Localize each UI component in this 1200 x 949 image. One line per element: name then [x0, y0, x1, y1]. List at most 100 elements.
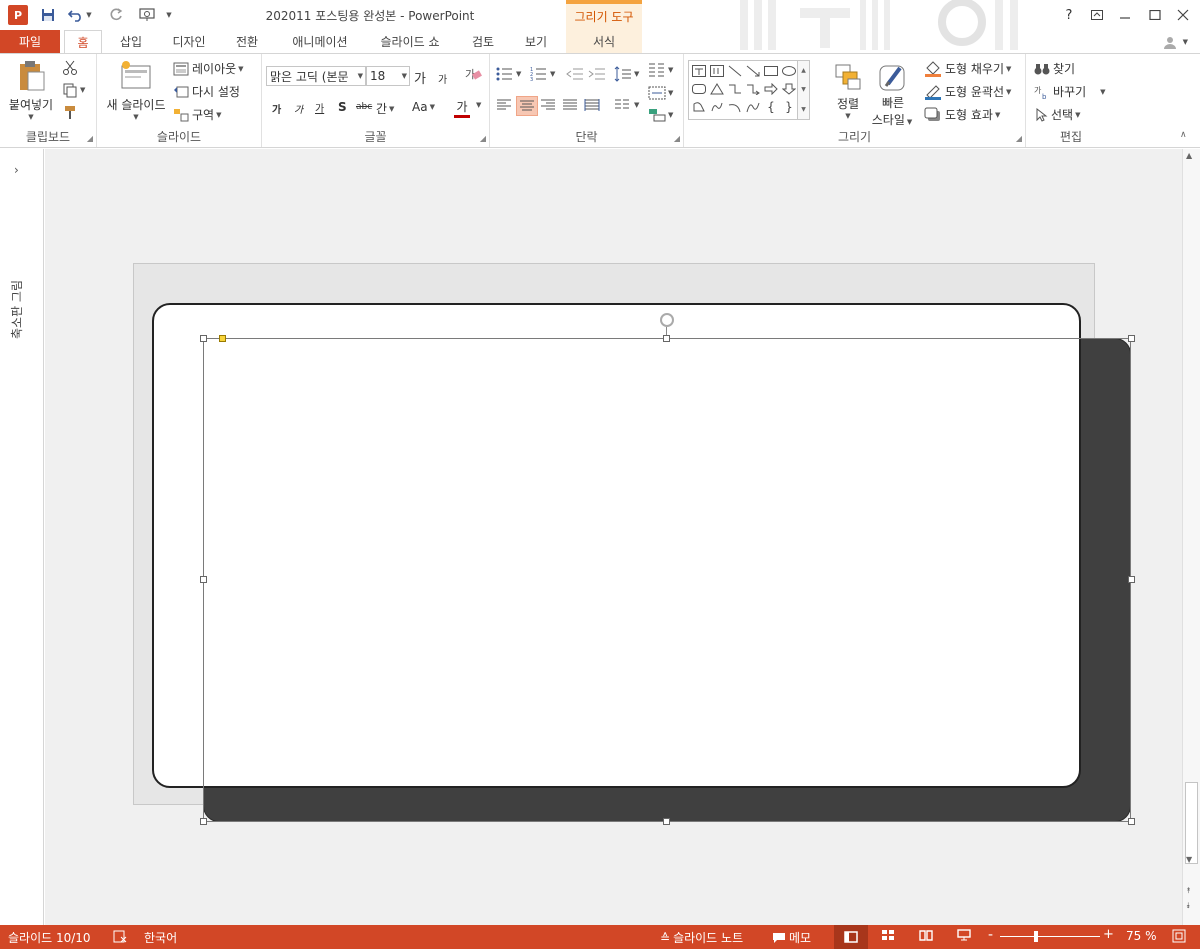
- tab-insert[interactable]: 삽입: [108, 30, 154, 53]
- shapes-gallery[interactable]: { } ▲ ▼ ▼: [688, 60, 810, 120]
- columns-button[interactable]: ▼: [648, 62, 675, 78]
- arrange-button[interactable]: 정렬 ▼: [830, 62, 866, 120]
- resize-handle-top-right[interactable]: [1128, 335, 1135, 342]
- normal-view-icon[interactable]: [834, 925, 868, 949]
- scroll-down-icon[interactable]: ▼: [1186, 855, 1192, 864]
- new-slide-button[interactable]: 새 슬라이드 ▼: [103, 60, 169, 121]
- select-button[interactable]: 선택 ▼: [1034, 106, 1082, 123]
- tab-home[interactable]: 홈: [64, 30, 102, 54]
- account-dropdown-icon[interactable]: ▼: [1181, 38, 1190, 46]
- resize-handle-right[interactable]: [1128, 576, 1135, 583]
- zoom-slider-thumb[interactable]: [1034, 931, 1038, 942]
- cut-icon[interactable]: [62, 60, 78, 76]
- tab-animations[interactable]: 애니메이션: [280, 30, 360, 53]
- strikethrough-button[interactable]: abc: [356, 102, 372, 112]
- drawing-launcher-icon[interactable]: ◢: [1016, 134, 1022, 143]
- character-spacing-button[interactable]: 간 ▼: [376, 100, 396, 117]
- line-spacing-button[interactable]: ▼: [614, 66, 641, 82]
- left-brace-shape-icon[interactable]: {: [762, 98, 780, 116]
- layout-button[interactable]: 레이아웃 ▼: [173, 60, 246, 77]
- elbow-arrow-connector-shape-icon[interactable]: [744, 80, 762, 98]
- language-indicator[interactable]: 한국어: [144, 929, 177, 946]
- font-color-button[interactable]: 가: [454, 98, 470, 118]
- scribble-shape-icon[interactable]: [708, 98, 726, 116]
- tab-transitions[interactable]: 전환: [224, 30, 270, 53]
- rectangle-shape-icon[interactable]: [762, 62, 780, 80]
- textbox-shape-icon[interactable]: [690, 62, 708, 80]
- tab-view[interactable]: 보기: [514, 30, 558, 53]
- resize-handle-bottom[interactable]: [663, 818, 670, 825]
- italic-button[interactable]: 가: [294, 101, 303, 116]
- expand-thumbnails-icon[interactable]: ›: [14, 163, 19, 177]
- align-right-icon[interactable]: [540, 98, 556, 112]
- find-button[interactable]: 찾기: [1034, 60, 1075, 77]
- tab-review[interactable]: 검토: [462, 30, 504, 53]
- section-button[interactable]: 구역 ▼: [173, 106, 223, 123]
- zoom-out-button[interactable]: -: [988, 927, 993, 943]
- maximize-icon[interactable]: [1140, 4, 1170, 26]
- text-direction-button[interactable]: ▼: [614, 98, 641, 112]
- resize-handle-bottom-right[interactable]: [1128, 818, 1135, 825]
- tab-design[interactable]: 디자인: [162, 30, 216, 53]
- slide-counter[interactable]: 슬라이드 10/10: [8, 929, 91, 946]
- minimize-icon[interactable]: [1110, 4, 1140, 26]
- right-arrow-shape-icon[interactable]: [762, 80, 780, 98]
- zoom-in-button[interactable]: +: [1103, 927, 1114, 942]
- underline-button[interactable]: 가: [315, 100, 324, 115]
- grow-font-button[interactable]: 가: [414, 68, 426, 87]
- zoom-slider-track[interactable]: [1000, 936, 1100, 937]
- clipboard-launcher-icon[interactable]: ◢: [87, 134, 93, 143]
- resize-handle-top[interactable]: [663, 335, 670, 342]
- resize-handle-top-left[interactable]: [200, 335, 207, 342]
- shrink-font-button[interactable]: 가: [438, 71, 447, 86]
- spelling-check-icon[interactable]: [113, 929, 127, 943]
- curve-shape-icon[interactable]: [744, 98, 762, 116]
- scroll-up-icon[interactable]: ▲: [1186, 151, 1192, 160]
- gallery-scroll-down-icon[interactable]: ▼: [801, 86, 806, 93]
- justify-icon[interactable]: [562, 98, 578, 112]
- tab-slideshow[interactable]: 슬라이드 쇼: [368, 30, 452, 53]
- vertical-scrollbar[interactable]: ▲ ▼ ⯭ ⯯: [1182, 149, 1200, 925]
- replace-button[interactable]: 가b 바꾸기 ▼: [1034, 83, 1108, 100]
- copy-icon[interactable]: ▼: [62, 82, 87, 98]
- right-brace-shape-icon[interactable]: }: [780, 98, 798, 116]
- shape-effects-button[interactable]: 도형 효과 ▼: [924, 106, 1002, 123]
- down-arrow-shape-icon[interactable]: [780, 80, 798, 98]
- slideshow-view-icon[interactable]: [957, 929, 971, 941]
- freeform-shape-icon[interactable]: [690, 98, 708, 116]
- triangle-shape-icon[interactable]: [708, 80, 726, 98]
- line-shape-icon[interactable]: [726, 62, 744, 80]
- thumbnail-pane-label[interactable]: 축소판 그림: [8, 259, 25, 339]
- font-size-combo[interactable]: 18 ▼: [366, 66, 410, 86]
- tab-format[interactable]: 서식: [566, 30, 642, 53]
- arc-shape-icon[interactable]: [726, 98, 744, 116]
- shadow-button[interactable]: S: [338, 100, 347, 114]
- arrow-line-shape-icon[interactable]: [744, 62, 762, 80]
- quick-styles-button[interactable]: 빠른 스타일 ▼: [870, 62, 916, 128]
- fit-to-window-icon[interactable]: [1172, 929, 1186, 943]
- gallery-more-icon[interactable]: ▼: [801, 106, 806, 113]
- font-color-dropdown-icon[interactable]: ▼: [474, 101, 483, 109]
- comments-button[interactable]: 메모: [772, 929, 811, 946]
- resize-handle-left[interactable]: [200, 576, 207, 583]
- reset-button[interactable]: 다시 설정: [173, 83, 240, 100]
- adjust-handle[interactable]: [219, 335, 226, 342]
- change-case-button[interactable]: Aa ▼: [412, 100, 437, 114]
- paragraph-launcher-icon[interactable]: ◢: [674, 134, 680, 143]
- vertical-textbox-shape-icon[interactable]: [708, 62, 726, 80]
- next-slide-icon[interactable]: ⯯: [1186, 901, 1191, 911]
- align-center-icon[interactable]: [516, 96, 538, 116]
- shape-outline-button[interactable]: 도형 윤곽선 ▼: [924, 83, 1013, 100]
- paste-button[interactable]: 붙여넣기 ▼: [6, 60, 56, 121]
- align-left-icon[interactable]: [496, 98, 512, 112]
- font-name-combo[interactable]: 맑은 고딕 (본문 ▼: [266, 66, 366, 86]
- distributed-icon[interactable]: [584, 98, 600, 112]
- tab-file[interactable]: 파일: [0, 30, 60, 53]
- numbering-button[interactable]: 1 2 3 ▼: [530, 66, 557, 82]
- reading-view-icon[interactable]: [919, 929, 933, 941]
- notes-button[interactable]: ≙ 슬라이드 노트: [660, 929, 743, 946]
- zoom-level[interactable]: 75 %: [1126, 929, 1157, 943]
- smartart-button[interactable]: ▼: [648, 108, 675, 122]
- close-icon[interactable]: [1168, 4, 1198, 26]
- bullets-button[interactable]: ▼: [496, 66, 523, 82]
